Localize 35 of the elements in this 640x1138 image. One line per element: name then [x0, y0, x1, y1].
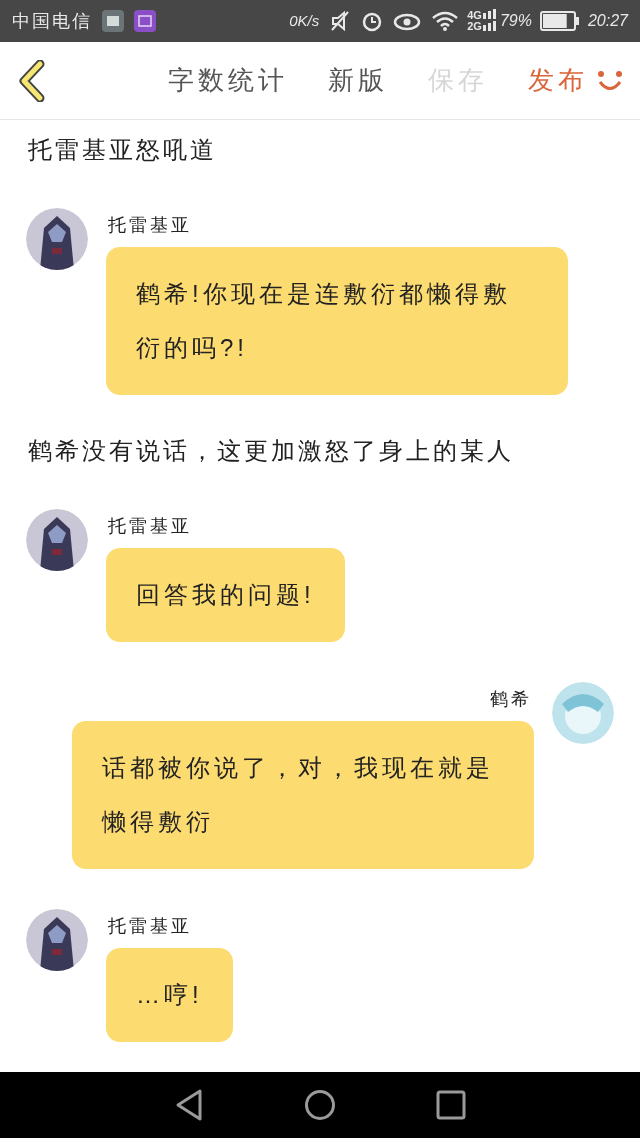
- alarm-icon: [361, 10, 384, 32]
- narration-text: 托雷基亚怒吼道: [27, 135, 218, 165]
- speaker-name: 托雷基亚: [107, 915, 193, 938]
- app-notification-icon: [134, 10, 156, 32]
- battery-icon: [539, 11, 580, 31]
- recents-nav-button[interactable]: [436, 1090, 466, 1120]
- wifi-icon: [431, 10, 460, 32]
- circle-home-icon: [304, 1089, 336, 1121]
- message-bubble: 回答我的问题!: [106, 548, 345, 642]
- narration-text: 鹤希没有说话，这更加激怒了身上的某人: [27, 436, 515, 466]
- message-bubble: …哼!: [106, 948, 233, 1042]
- eye-icon: [393, 11, 422, 31]
- signal-icon: [481, 9, 496, 33]
- carrier-name: 中国电信: [12, 9, 92, 33]
- speaker-name: 托雷基亚: [107, 515, 193, 538]
- back-nav-button[interactable]: [174, 1088, 204, 1122]
- network-type: 2G: [467, 21, 482, 32]
- mute-icon: [329, 10, 352, 32]
- message-bubble: 话都被你说了，对，我现在就是懒得敷衍: [72, 721, 534, 869]
- square-recents-icon: [436, 1090, 466, 1120]
- toolbar-action[interactable]: 字数统计: [168, 61, 288, 100]
- image-notification-icon: [102, 10, 124, 32]
- triangle-back-icon: [174, 1088, 204, 1122]
- toolbar-action[interactable]: 发布: [528, 61, 588, 100]
- toolbar-action[interactable]: 新版: [328, 61, 388, 100]
- home-nav-button[interactable]: [304, 1089, 336, 1121]
- network-type: 4G: [467, 10, 482, 21]
- battery-percent: 79%: [499, 11, 532, 31]
- chevron-left-icon: [18, 59, 46, 102]
- smiley-icon: [596, 68, 624, 93]
- network-speed: 0K/s: [289, 10, 320, 31]
- speaker-name: 鹤希: [489, 688, 533, 711]
- clock: 20:27: [587, 11, 628, 31]
- message-bubble: 鹤希!你现在是连敷衍都懒得敷衍的吗?!: [106, 247, 568, 395]
- speaker-name: 托雷基亚: [107, 214, 193, 237]
